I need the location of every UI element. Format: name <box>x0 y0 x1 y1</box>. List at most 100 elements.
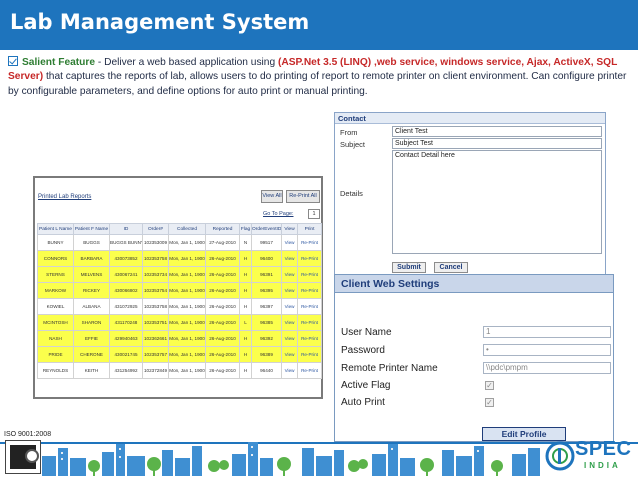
active-flag-label: Active Flag <box>341 380 391 391</box>
view-link[interactable]: View <box>281 234 298 251</box>
table-cell: 26-Aug-2010 <box>205 330 240 347</box>
table-cell: 96395 <box>251 282 282 299</box>
cancel-button[interactable]: Cancel <box>434 262 468 273</box>
table-cell: 431072925 <box>109 298 143 315</box>
table-cell: Mon, Jan 1, 1900 <box>168 346 206 363</box>
from-field[interactable]: Client Test <box>392 126 602 137</box>
auto-print-checkbox[interactable]: ✓ <box>485 398 494 407</box>
reprint-link[interactable]: Re-Print <box>297 266 322 283</box>
view-link[interactable]: View <box>281 250 298 267</box>
table-cell: 96397 <box>251 298 282 315</box>
table-cell: H <box>239 298 252 315</box>
table-cell: Mon, Jan 1, 1900 <box>168 266 206 283</box>
table-cell: 102353751 <box>142 314 169 331</box>
column-header: ID <box>109 223 143 235</box>
details-textarea[interactable]: Contact Detail here <box>392 150 602 254</box>
table-cell: 102353758 <box>142 250 169 267</box>
table-cell: PRIDE <box>37 346 74 363</box>
feature-label: Salient Feature <box>22 57 96 68</box>
table-cell: STERNS <box>37 266 74 283</box>
printed-lab-reports-panel: Printed Lab Reports View All Re-Print Al… <box>33 176 323 399</box>
view-link[interactable]: View <box>281 330 298 347</box>
view-link[interactable]: View <box>281 266 298 283</box>
table-cell: H <box>239 282 252 299</box>
page-select[interactable]: 1 <box>308 209 320 219</box>
table-row: MARKOW RICKEY 430066802 102353754 Mon, Jan 1… <box>37 282 322 299</box>
table-cell: KOWIEL <box>37 298 74 315</box>
brand-country: INDIA <box>584 461 621 470</box>
password-field[interactable]: • <box>483 344 611 356</box>
goto-page-label: Go To Page: <box>263 211 294 217</box>
table-cell: 99517 <box>251 234 282 251</box>
brand-name: SPEC <box>575 438 632 460</box>
column-header: Collected <box>168 223 206 235</box>
table-cell: 102353754 <box>142 282 169 299</box>
table-cell: L <box>239 314 252 331</box>
title-bar: Lab Management System <box>0 0 638 50</box>
printer-name-field[interactable]: \\pdc\pmpm <box>483 362 611 374</box>
page-select-value: 1 <box>312 211 316 217</box>
table-cell: 102353009 <box>142 234 169 251</box>
table-cell: 429940463 <box>109 330 143 347</box>
table-cell: Mon, Jan 1, 1900 <box>168 314 206 331</box>
column-header: View <box>281 223 298 235</box>
feature-dash: - <box>95 57 105 68</box>
reprint-link[interactable]: Re-Print <box>297 250 322 267</box>
view-link[interactable]: View <box>281 282 298 299</box>
table-cell: 430073852 <box>109 250 143 267</box>
table-cell: Mon, Jan 1, 1900 <box>168 362 206 379</box>
username-field[interactable]: 1 <box>483 326 611 338</box>
reprint-link[interactable]: Re-Print <box>297 234 322 251</box>
reprint-link[interactable]: Re-Print <box>297 314 322 331</box>
table-cell: 430021745 <box>109 346 143 363</box>
table-cell: 26-Aug-2010 <box>205 298 240 315</box>
reprint-link[interactable]: Re-Print <box>297 330 322 347</box>
table-row: PRIDE CHERONE 430021745 102353757 Mon, Jan 1… <box>37 346 322 363</box>
table-cell: REYNOLDS <box>37 362 74 379</box>
table-cell: 26-Aug-2010 <box>205 346 240 363</box>
submit-button[interactable]: Submit <box>392 262 426 273</box>
reports-table: Patient L Name Patient F Name ID Order# Coll… <box>37 223 322 379</box>
reprint-link[interactable]: Re-Print <box>297 346 322 363</box>
view-link[interactable]: View <box>281 298 298 315</box>
iso-certification-badge <box>5 440 41 474</box>
reprint-link[interactable]: Re-Print <box>297 282 322 299</box>
table-cell: SHARON <box>73 314 110 331</box>
contact-panel-title: Contact <box>335 113 605 124</box>
client-web-settings-panel: Client Web Settings User Name 1 Password… <box>334 274 614 442</box>
table-cell: MCINTOSH <box>37 314 74 331</box>
checkbox-bullet-icon <box>8 56 18 66</box>
view-all-button[interactable]: View All <box>261 190 283 203</box>
table-cell: H <box>239 266 252 283</box>
view-link[interactable]: View <box>281 362 298 379</box>
table-cell: 26-Aug-2010 <box>205 282 240 299</box>
view-link[interactable]: View <box>281 314 298 331</box>
reprint-link[interactable]: Re-Print <box>297 362 322 379</box>
table-cell: Mon, Jan 1, 1900 <box>168 282 206 299</box>
table-cell: BUGGS <box>73 234 110 251</box>
client-settings-title: Client Web Settings <box>335 275 613 293</box>
printer-label: Remote Printer Name <box>341 363 438 374</box>
password-label: Password <box>341 345 385 356</box>
table-cell: MELVENS <box>73 266 110 283</box>
table-cell: 431254992 <box>109 362 143 379</box>
reprint-all-button[interactable]: Re-Print All <box>286 190 320 203</box>
column-header: Flag <box>239 223 252 235</box>
table-cell: 26-Aug-2010 <box>205 362 240 379</box>
reports-title[interactable]: Printed Lab Reports <box>38 194 91 200</box>
table-cell: 431170248 <box>109 314 143 331</box>
feature-text-after: that captures the reports of lab, allows… <box>8 71 627 97</box>
table-row: STERNS MELVENS 430067241 102353734 Mon, Jan … <box>37 266 322 283</box>
subject-field[interactable]: Subject Test <box>392 138 602 149</box>
iso-seal-icon <box>25 449 39 463</box>
active-flag-checkbox[interactable]: ✓ <box>485 381 494 390</box>
table-cell: H <box>239 346 252 363</box>
reprint-link[interactable]: Re-Print <box>297 298 322 315</box>
column-header: Patient L Name <box>37 223 74 235</box>
table-cell: Mon, Jan 1, 1900 <box>168 234 206 251</box>
page-title: Lab Management System <box>10 10 310 34</box>
table-header-row: Patient L Name Patient F Name ID Order# Coll… <box>37 223 322 235</box>
contact-form-panel: Contact From Client Test Subject Subject… <box>334 112 606 275</box>
table-cell: CHERONE <box>73 346 110 363</box>
view-link[interactable]: View <box>281 346 298 363</box>
